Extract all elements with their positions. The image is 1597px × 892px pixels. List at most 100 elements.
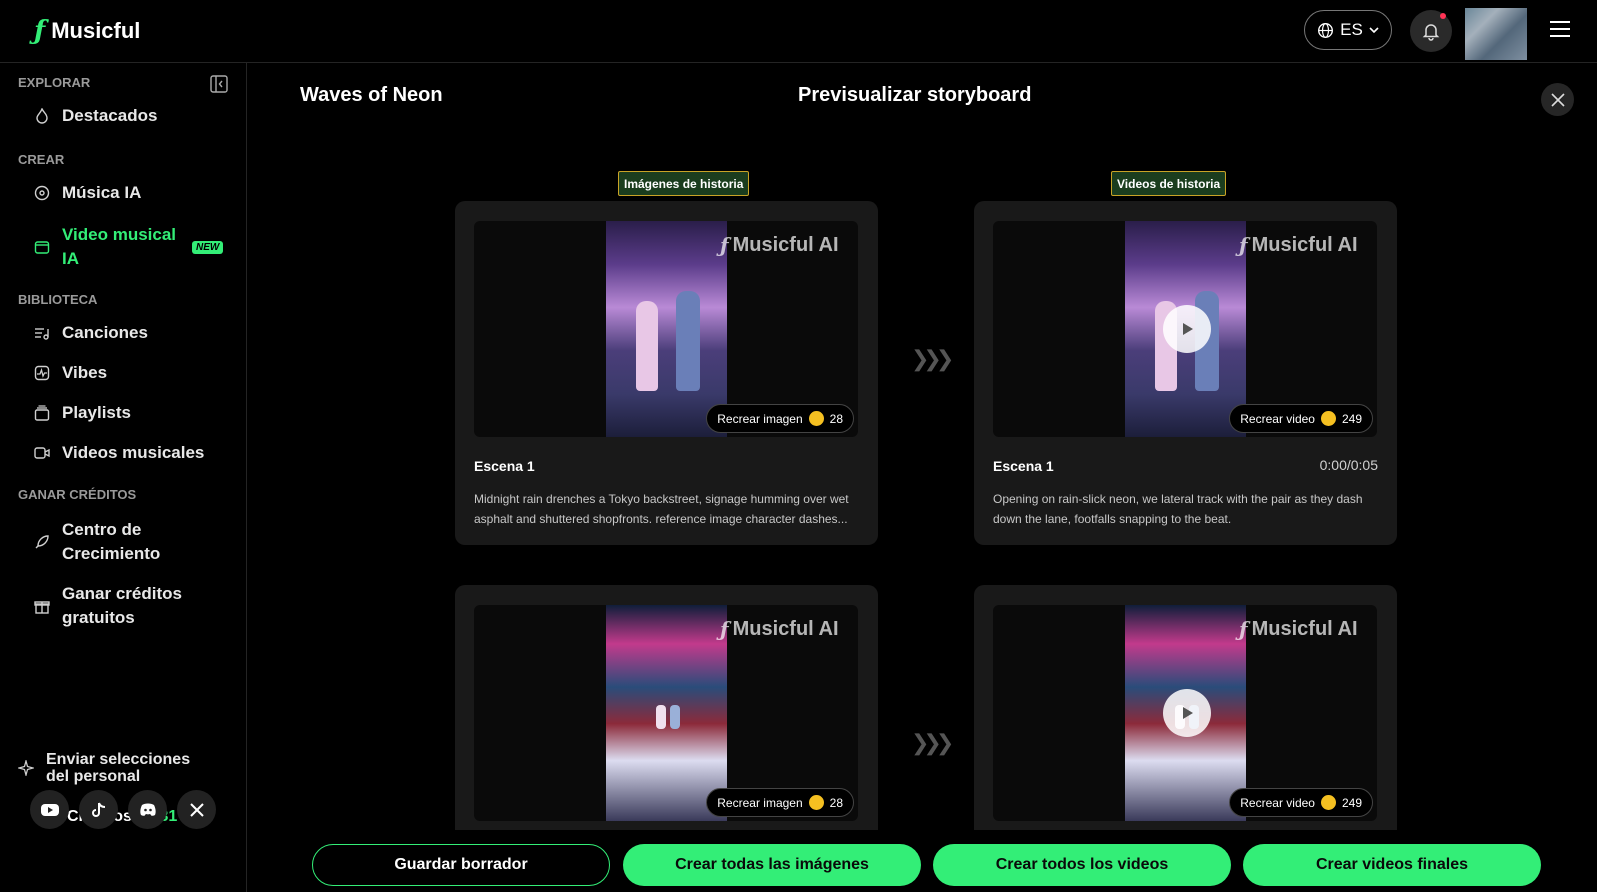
staff-picks-feedback[interactable]: Enviar selecciones del personal [18, 751, 206, 785]
section-title-explorar: EXPLORAR [18, 75, 91, 90]
recreate-video-button[interactable]: Recrear video 249 [1229, 788, 1373, 817]
recreate-image-button[interactable]: Recrear imagen 28 [706, 404, 854, 433]
recreate-image-cost: 28 [829, 411, 843, 426]
recreate-image-label: Recrear imagen [717, 411, 803, 426]
sidebar-item-videos-musicales[interactable]: Videos musicales [34, 443, 204, 463]
music-video-icon [34, 445, 50, 461]
vibes-icon [34, 365, 50, 381]
coin-icon [1320, 795, 1336, 810]
column-label-videos: Videos de historia [1111, 171, 1227, 196]
recreate-video-cost: 249 [1341, 411, 1362, 426]
sidebar-item-label: Canciones [62, 323, 148, 342]
sidebar-item-canciones[interactable]: Canciones [34, 323, 148, 343]
section-title-crear: CREAR [18, 152, 65, 167]
scene-video-thumbnail[interactable]: ƒ Musicful AI Recrear video 249 [993, 221, 1377, 437]
notification-dot [1440, 13, 1446, 19]
flame-icon [34, 108, 50, 124]
language-selector[interactable]: ES [1304, 10, 1392, 50]
coin-icon [808, 795, 824, 810]
sidebar-item-label: Videos musicales [62, 443, 205, 462]
recreate-image-label: Recrear imagen [717, 795, 803, 810]
play-button[interactable] [1163, 689, 1211, 737]
play-icon [1183, 707, 1193, 719]
close-button[interactable] [1541, 83, 1574, 116]
double-chevron-right-icon: ❯❯❯ [911, 730, 954, 755]
sidebar-item-video-musical-ia[interactable]: Video musical IA NEW [34, 223, 224, 271]
section-title-biblioteca: BIBLIOTECA [18, 292, 98, 307]
sidebar-item-musica-ia[interactable]: Música IA [34, 183, 141, 203]
create-all-images-button[interactable]: Crear todas las imágenes [623, 844, 921, 886]
coin-icon [808, 411, 824, 426]
social-links [30, 790, 216, 829]
sparkle-icon [18, 760, 34, 776]
recreate-image-button[interactable]: Recrear imagen 28 [706, 788, 854, 817]
watermark-text: Musicful AI [732, 617, 839, 640]
gift-icon [34, 598, 50, 614]
hamburger-menu-icon[interactable] [1549, 18, 1571, 40]
musicful-logo-icon: ƒ [720, 617, 729, 641]
recreate-video-button[interactable]: Recrear video 249 [1229, 404, 1373, 433]
sidebar-item-label: Centro de Crecimiento [62, 520, 161, 563]
playlist-icon [34, 405, 50, 421]
sidebar-item-label: Música IA [62, 183, 142, 202]
youtube-icon[interactable] [30, 790, 69, 829]
recreate-video-label: Recrear video [1240, 795, 1315, 810]
watermark: ƒ Musicful AI [1239, 233, 1358, 257]
sidebar-item-vibes[interactable]: Vibes [34, 363, 107, 383]
sidebar-item-label: Vibes [62, 363, 108, 382]
sidebar-item-label: Playlists [62, 403, 131, 422]
watermark-text: Musicful AI [732, 233, 839, 256]
sidebar-item-label: Video musical IA [62, 225, 177, 268]
collapse-sidebar-icon[interactable] [210, 75, 228, 93]
watermark: ƒ Musicful AI [720, 233, 839, 257]
scene-image-card: ƒ Musicful AI Recrear imagen 28 [455, 585, 878, 845]
tiktok-icon[interactable] [79, 790, 118, 829]
save-draft-button[interactable]: Guardar borrador [312, 844, 610, 886]
section-title-ganar-creditos: GANAR CRÉDITOS [18, 487, 137, 502]
discord-icon[interactable] [128, 790, 167, 829]
scene-image-thumbnail[interactable]: ƒ Musicful AI Recrear imagen 28 [474, 605, 858, 821]
x-icon[interactable] [177, 790, 216, 829]
sidebar-item-destacados[interactable]: Destacados [34, 106, 157, 126]
song-list-icon [34, 325, 50, 341]
sidebar-item-label: Destacados [62, 106, 158, 125]
sidebar-item-centro-crecimiento[interactable]: Centro de Crecimiento [34, 518, 182, 566]
scene-image [606, 605, 727, 821]
musicful-logo-icon: ƒ [1239, 617, 1248, 641]
watermark: ƒ Musicful AI [720, 617, 839, 641]
create-final-videos-button[interactable]: Crear videos finales [1243, 844, 1541, 886]
scene-image [606, 221, 727, 437]
scene-video-thumbnail[interactable]: ƒ Musicful AI Recrear video 249 [993, 605, 1377, 821]
disc-icon [34, 185, 50, 201]
sidebar: EXPLORAR Destacados CREAR Música IA Vide… [0, 63, 247, 892]
musicful-logo-icon: ƒ [720, 233, 729, 257]
double-chevron-right-icon: ❯❯❯ [911, 346, 954, 371]
scene-title: Escena 1 [474, 458, 535, 474]
scene-description[interactable]: Opening on rain-slick neon, we lateral t… [993, 489, 1378, 529]
scene-description[interactable]: Midnight rain drenches a Tokyo backstree… [474, 489, 859, 529]
avatar[interactable] [1465, 8, 1527, 60]
app-logo[interactable]: ƒ Musicful [34, 16, 140, 46]
coin-icon [1320, 411, 1336, 426]
rocket-icon [34, 534, 50, 550]
scene-video-card: ƒ Musicful AI Recrear video 249 Escena 1 … [974, 201, 1397, 545]
app-name: Musicful [51, 18, 141, 43]
feedback-label: Enviar selecciones del personal [46, 751, 191, 785]
top-bar: ƒ Musicful ES [0, 0, 1597, 63]
globe-icon [1318, 22, 1334, 38]
column-label-images: Imágenes de historia [618, 171, 750, 196]
sidebar-item-playlists[interactable]: Playlists [34, 403, 131, 423]
project-title: Waves of Neon [300, 84, 443, 106]
notifications-button[interactable] [1410, 10, 1452, 52]
create-all-videos-button[interactable]: Crear todos los videos [933, 844, 1231, 886]
watermark: ƒ Musicful AI [1239, 617, 1358, 641]
sidebar-item-label: Ganar créditos gratuitos [62, 584, 182, 627]
recreate-video-label: Recrear video [1240, 411, 1315, 426]
close-icon [1550, 92, 1565, 107]
sidebar-item-ganar-creditos[interactable]: Ganar créditos gratuitos [34, 582, 192, 630]
chevron-down-icon [1369, 27, 1379, 34]
play-button[interactable] [1163, 305, 1211, 353]
scene-image-thumbnail[interactable]: ƒ Musicful AI Recrear imagen 28 [474, 221, 858, 437]
scene-image-card: ƒ Musicful AI Recrear imagen 28 Escena 1 … [455, 201, 878, 545]
video-icon [34, 239, 50, 255]
